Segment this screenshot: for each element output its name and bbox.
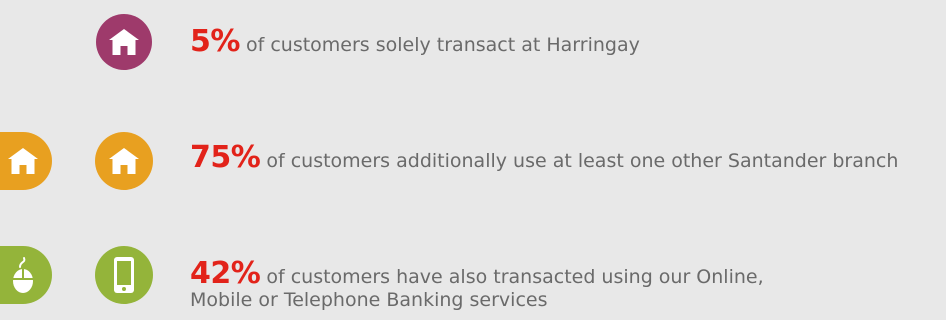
stat-percent: 75% [190, 140, 261, 175]
stat-text: of customers have also transacted using … [260, 266, 764, 288]
stat-percent: 42% [190, 256, 261, 291]
mouse-icon [0, 246, 52, 304]
house-icon [0, 132, 52, 190]
stat-text-line2: Mobile or Telephone Banking services [190, 289, 548, 311]
mobile-phone-icon [95, 246, 153, 304]
stat-solely-harringay: 5% of customers solely transact at Harri… [190, 27, 640, 57]
stat-percent: 5% [190, 24, 240, 59]
stat-digital-banking: 42% of customers have also transacted us… [190, 259, 764, 312]
house-icon [95, 132, 153, 190]
stat-text: of customers solely transact at Harringa… [239, 34, 640, 56]
house-icon [96, 14, 152, 70]
stat-text: of customers additionally use at least o… [260, 150, 899, 172]
stat-other-branch: 75% of customers additionally use at lea… [190, 143, 899, 173]
